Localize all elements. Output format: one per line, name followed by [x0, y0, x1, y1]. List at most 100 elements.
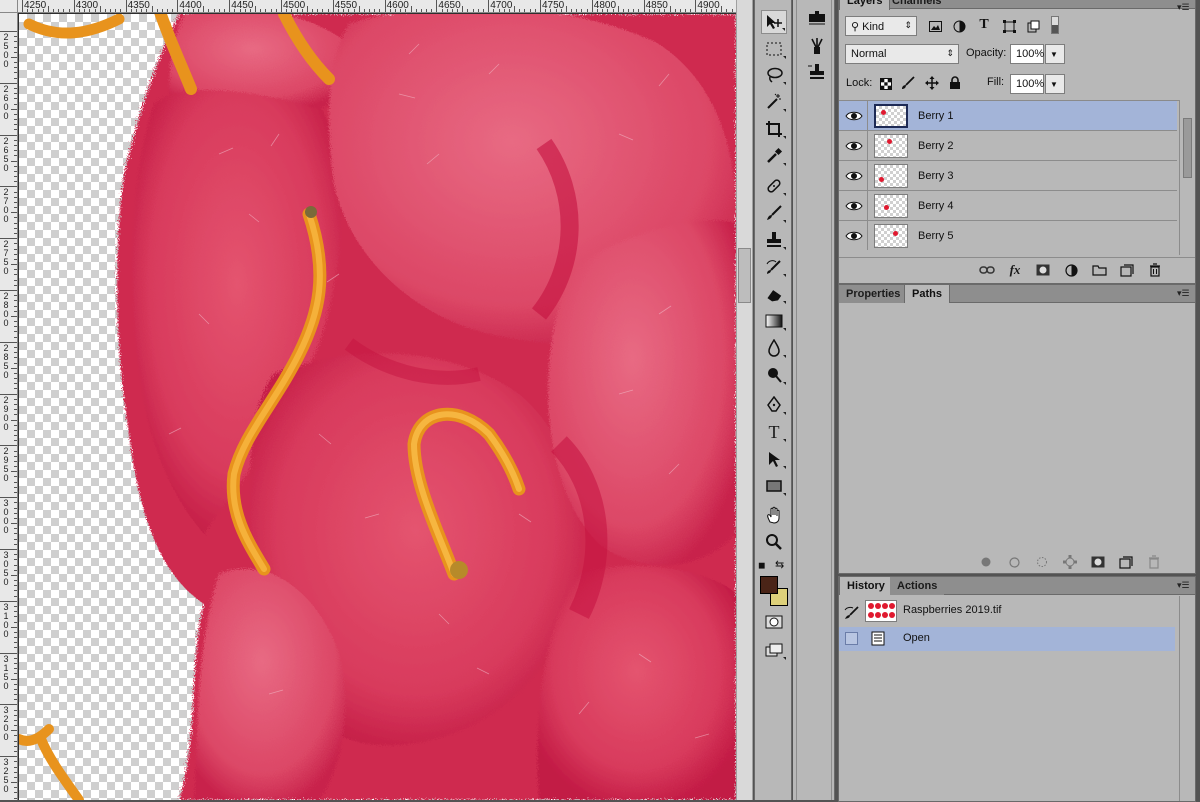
screen-mode-button[interactable]: [761, 638, 787, 662]
filter-shape-icon[interactable]: [1002, 19, 1016, 33]
layer-filter-kind-dropdown[interactable]: ⚲ Kind ⇕: [845, 16, 917, 36]
panel-menu-icon[interactable]: ▾☰: [1177, 289, 1191, 298]
lock-transparency-icon[interactable]: [879, 77, 893, 91]
filter-toggle-switch[interactable]: [1051, 16, 1059, 34]
fill-path-icon[interactable]: [979, 555, 993, 569]
ruler-minor-tick: [146, 9, 148, 12]
ruler-minor-tick: [14, 559, 17, 561]
layer-row-berry-3[interactable]: Berry 3: [839, 161, 1177, 191]
clone-source-button[interactable]: [807, 62, 827, 82]
eyedropper-tool[interactable]: [761, 144, 787, 168]
scrollbar-thumb[interactable]: [738, 248, 751, 303]
healing-brush-tool[interactable]: [761, 174, 787, 198]
brush-panel-button[interactable]: [807, 36, 827, 56]
selection-to-path-icon[interactable]: [1063, 555, 1077, 569]
stroke-path-icon[interactable]: [1007, 555, 1021, 569]
lock-pixels-brush-icon[interactable]: [901, 76, 915, 90]
gradient-tool[interactable]: [761, 309, 787, 333]
blur-tool[interactable]: [761, 336, 787, 360]
eye-icon[interactable]: [845, 139, 863, 153]
default-colors-icon[interactable]: ◼: [758, 560, 765, 571]
filter-adjustment-icon[interactable]: [952, 19, 966, 33]
image-canvas[interactable]: [19, 14, 736, 800]
history-snapshot-row[interactable]: Raspberries 2019.tif: [839, 597, 1175, 625]
filter-smart-object-icon[interactable]: [1026, 19, 1040, 33]
brush-tool[interactable]: [761, 201, 787, 225]
dodge-tool[interactable]: [761, 363, 787, 387]
tab-properties[interactable]: Properties: [839, 285, 908, 303]
tab-layers[interactable]: Layers: [839, 0, 891, 10]
history-checkbox[interactable]: [845, 632, 858, 645]
blend-mode-dropdown[interactable]: Normal ⇕: [845, 44, 959, 64]
fill-dropdown-button[interactable]: ▼: [1045, 74, 1065, 94]
type-tool[interactable]: T: [761, 420, 787, 444]
tab-history[interactable]: History: [839, 577, 893, 595]
panel-menu-icon[interactable]: ▾☰: [1177, 581, 1191, 590]
lock-all-icon[interactable]: [948, 76, 962, 90]
vertical-ruler[interactable]: 2500 2600 2650 2700 2750 2800 2850 2900 2950 3000…: [0, 13, 18, 800]
filter-type-icon[interactable]: T: [977, 17, 991, 32]
tab-actions[interactable]: Actions: [890, 577, 945, 595]
filter-pixel-icon[interactable]: [928, 19, 942, 33]
layers-scrollbar[interactable]: [1179, 100, 1195, 255]
hand-tool[interactable]: [761, 503, 787, 527]
move-tool[interactable]: [761, 10, 787, 34]
scrollbar-thumb[interactable]: [1183, 118, 1192, 178]
rectangle-tool[interactable]: [761, 474, 787, 498]
eraser-tool[interactable]: [761, 282, 787, 306]
layer-row-berry-1[interactable]: Berry 1: [839, 101, 1177, 131]
history-scrollbar[interactable]: [1179, 596, 1195, 801]
add-mask-icon[interactable]: [1091, 555, 1105, 569]
clone-stamp-tool[interactable]: [761, 228, 787, 252]
zoom-tool[interactable]: [761, 530, 787, 554]
history-state-open[interactable]: Open: [839, 627, 1175, 651]
eye-icon[interactable]: [845, 109, 863, 123]
brush-presets-button[interactable]: [807, 8, 827, 28]
ruler-label: 2500: [3, 32, 9, 69]
ruler-origin[interactable]: [0, 0, 18, 13]
quick-selection-tool[interactable]: [761, 90, 787, 114]
fx-icon[interactable]: fx: [1007, 262, 1023, 277]
lock-position-icon[interactable]: [925, 76, 939, 90]
new-adjustment-layer-icon[interactable]: [1063, 263, 1079, 277]
panel-menu-icon[interactable]: ▾☰: [1177, 3, 1191, 12]
document-vertical-scrollbar[interactable]: [736, 0, 753, 800]
new-group-folder-icon[interactable]: [1091, 263, 1107, 277]
eye-icon[interactable]: [845, 199, 863, 213]
path-selection-tool[interactable]: [761, 447, 787, 471]
history-brush-source-icon[interactable]: [844, 605, 860, 619]
document-window[interactable]: 4250 4300 4350 4400 4450 4500 4550 4600 4650 4700…: [0, 0, 736, 800]
trash-icon[interactable]: [1147, 263, 1163, 277]
marquee-tool[interactable]: [761, 37, 787, 61]
tab-paths[interactable]: Paths: [904, 285, 950, 303]
layer-row-berry-5[interactable]: Berry 5: [839, 221, 1177, 250]
lasso-tool[interactable]: [761, 63, 787, 87]
path-as-selection-icon[interactable]: [1035, 555, 1049, 569]
layer-row-berry-2[interactable]: Berry 2: [839, 131, 1177, 161]
quick-mask-button[interactable]: [761, 610, 787, 634]
link-layers-icon[interactable]: [979, 263, 995, 277]
ruler-minor-tick: [14, 797, 17, 799]
opacity-input[interactable]: 100%: [1010, 44, 1044, 64]
fill-input[interactable]: 100%: [1010, 74, 1044, 94]
new-path-icon[interactable]: [1119, 555, 1133, 569]
tab-channels[interactable]: Channels: [885, 0, 949, 10]
ruler-minor-tick: [14, 269, 17, 271]
swap-colors-icon[interactable]: ⇆: [775, 558, 784, 571]
pen-tool[interactable]: [761, 393, 787, 417]
foreground-color-swatch[interactable]: [760, 576, 778, 594]
layer-list: Berry 1 Berry 2 Berry 3 Berry 4 Berry 5: [839, 100, 1179, 250]
ruler-minor-tick: [483, 9, 485, 12]
ruler-minor-tick: [218, 9, 220, 12]
history-brush-tool[interactable]: [761, 255, 787, 279]
trash-icon[interactable]: [1147, 555, 1161, 569]
horizontal-ruler[interactable]: 4250 4300 4350 4400 4450 4500 4550 4600 4650 4700…: [18, 0, 736, 13]
eye-icon[interactable]: [845, 169, 863, 183]
opacity-dropdown-button[interactable]: ▼: [1045, 44, 1065, 64]
layer-row-berry-4[interactable]: Berry 4: [839, 191, 1177, 221]
eye-icon[interactable]: [845, 229, 863, 243]
add-mask-icon[interactable]: [1035, 263, 1051, 277]
crop-tool[interactable]: [761, 117, 787, 141]
ruler-label: 3050: [3, 550, 9, 587]
new-layer-icon[interactable]: [1119, 263, 1135, 277]
